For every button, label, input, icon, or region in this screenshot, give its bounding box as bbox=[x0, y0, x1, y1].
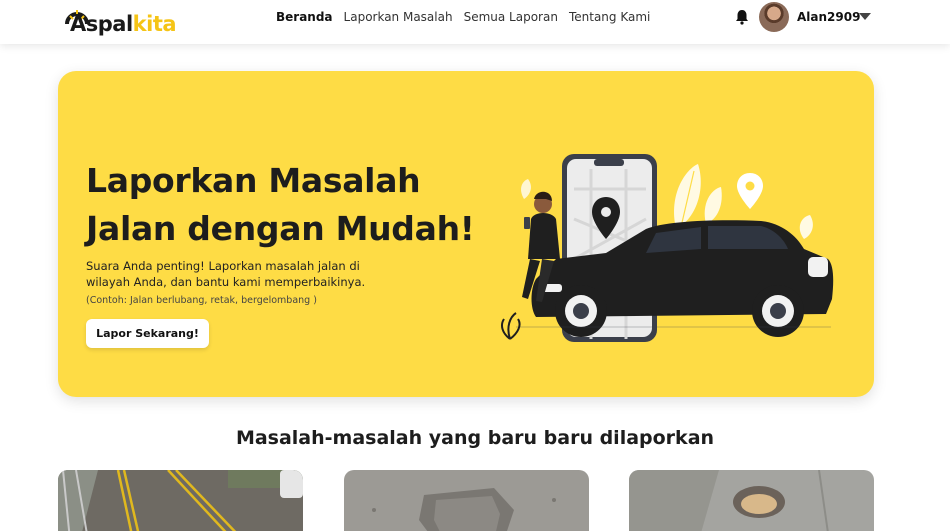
report-photo-pothole bbox=[344, 470, 589, 531]
nav-beranda[interactable]: Beranda bbox=[276, 10, 333, 24]
recent-reports-title: Masalah-masalah yang baru baru dilaporka… bbox=[235, 427, 715, 449]
bell-icon[interactable] bbox=[735, 9, 749, 25]
chevron-down-icon[interactable] bbox=[859, 13, 871, 20]
car-phone-illustration bbox=[501, 154, 834, 342]
report-photo-road bbox=[58, 470, 303, 531]
username[interactable]: Alan2909 bbox=[797, 10, 860, 24]
report-photo-pothole-2 bbox=[629, 470, 874, 531]
nav-laporkan-masalah[interactable]: Laporkan Masalah bbox=[344, 10, 453, 24]
report-card-1[interactable] bbox=[58, 470, 303, 531]
avatar[interactable] bbox=[759, 2, 789, 32]
brand-wordmark: Aspalkita bbox=[64, 6, 177, 36]
hero-description: Suara Anda penting! Laporkan masalah jal… bbox=[86, 259, 366, 289]
hero-title-line1: Laporkan Masalah bbox=[86, 161, 421, 200]
report-card-2[interactable] bbox=[344, 470, 589, 531]
brand-part1: Aspal bbox=[70, 12, 133, 36]
hero-title-line2: Jalan dengan Mudah! bbox=[86, 209, 475, 248]
report-card-3[interactable] bbox=[629, 470, 874, 531]
top-navbar: Aspalkita Beranda Laporkan Masalah Semua… bbox=[0, 0, 950, 44]
nav-semua-laporan[interactable]: Semua Laporan bbox=[464, 10, 558, 24]
nav-tentang-kami[interactable]: Tentang Kami bbox=[569, 10, 650, 24]
hero-example: (Contoh: Jalan berlubang, retak, bergelo… bbox=[86, 295, 317, 306]
hero-title: Laporkan Masalah Jalan dengan Mudah! bbox=[86, 157, 506, 253]
brand-part2: kita bbox=[132, 12, 177, 36]
hero-banner: Laporkan Masalah Jalan dengan Mudah! Sua… bbox=[58, 71, 874, 397]
main-nav: Beranda Laporkan Masalah Semua Laporan T… bbox=[276, 10, 650, 24]
brand-logo[interactable]: Aspalkita bbox=[64, 3, 177, 39]
lapor-sekarang-button[interactable]: Lapor Sekarang! bbox=[86, 319, 209, 348]
